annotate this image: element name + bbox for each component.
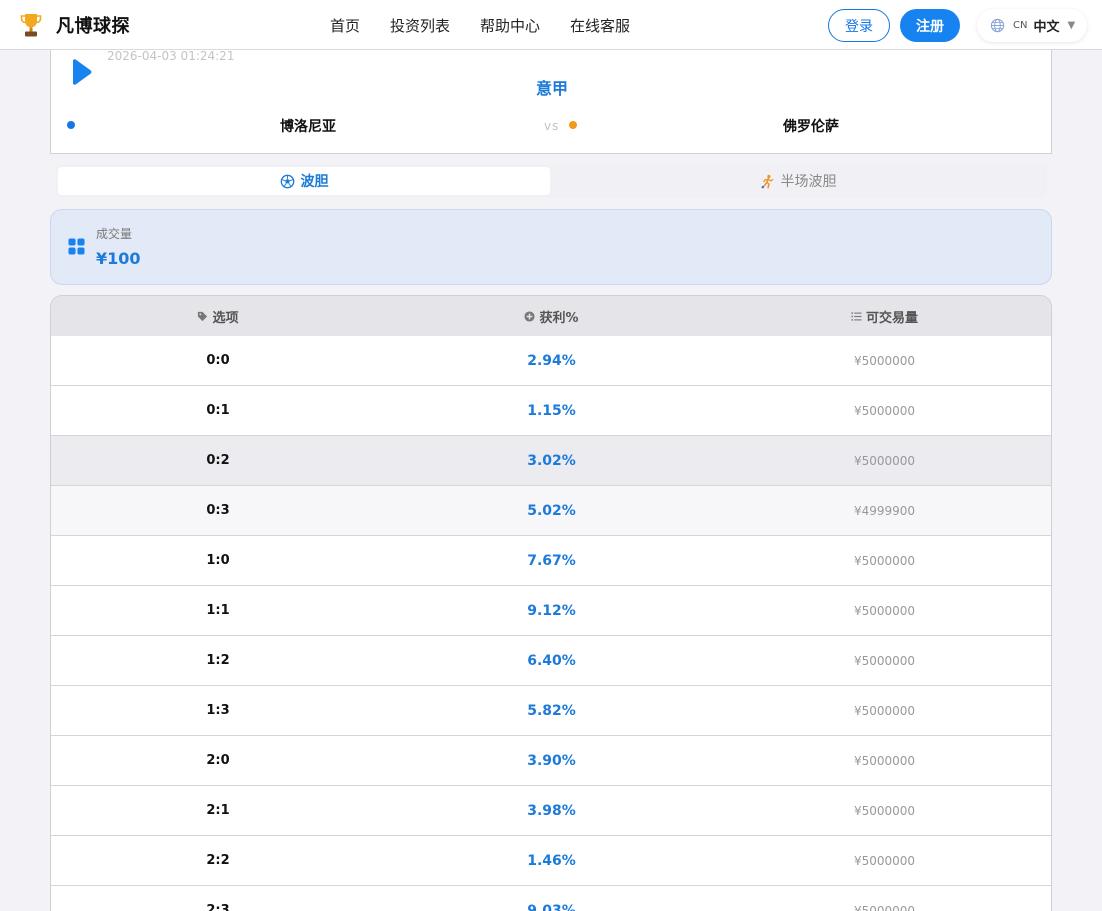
table-header: 选项 获利% 可交易量 [51,296,1051,336]
available-cell: ¥5000000 [853,403,916,418]
running-player-icon [761,174,773,188]
main-nav: 首页 投资列表 帮助中心 在线客服 [330,0,660,50]
away-team-name: 佛罗伦萨 [783,119,839,135]
profit-cell: 6.40% [527,652,576,669]
nav-link-support[interactable]: 在线客服 [570,15,630,36]
trophy-icon [20,14,42,37]
register-button[interactable]: 注册 [900,9,960,42]
bet-type-tabs: 波胆 半场波胆 [56,164,1047,198]
profit-cell: 2.94% [527,352,576,369]
score-cell: 2:0 [206,753,230,768]
header-available: 可交易量 [718,296,1051,336]
profit-cell: 3.02% [527,452,576,469]
table-row[interactable]: 2:0 3.90% ¥5000000 [51,736,1051,786]
header-option-label: 选项 [212,310,239,326]
available-cell: ¥5000000 [853,803,916,818]
list-icon [851,311,862,321]
login-button[interactable]: 登录 [828,9,890,42]
profit-cell: 3.98% [527,802,576,819]
language-name: 中文 [1033,20,1060,35]
home-team-name: 博洛尼亚 [280,119,336,135]
available-cell: ¥5000000 [853,553,916,568]
table-row[interactable]: 2:1 3.98% ¥5000000 [51,786,1051,836]
available-cell: ¥5000000 [853,653,916,668]
profit-cell: 9.03% [527,902,576,911]
available-cell: ¥5000000 [853,853,916,868]
score-cell: 0:3 [206,503,230,518]
brand[interactable]: 凡博球探 [20,12,130,38]
away-team-dot [569,121,577,129]
available-cell: ¥5000000 [853,903,916,911]
league-name: 意甲 [535,79,568,98]
tab-half-time-score-label: 半场波胆 [780,174,837,190]
header-available-label: 可交易量 [865,310,918,326]
score-cell: 1:2 [206,653,230,668]
score-cell: 2:1 [206,803,230,818]
header-profit-label: 获利% [539,310,579,326]
profit-cell: 1.46% [527,852,576,869]
score-cell: 2:3 [206,903,230,911]
score-cell: 1:0 [206,553,230,568]
tab-half-time-score[interactable]: 半场波胆 [552,167,1044,195]
table-row[interactable]: 0:2 3.02% ¥5000000 [51,436,1051,486]
tab-correct-score-label: 波胆 [300,174,329,190]
table-row[interactable]: 2:3 9.03% ¥5000000 [51,886,1051,911]
soccer-ball-icon [280,174,294,188]
available-cell: ¥4999900 [853,503,916,518]
profit-cell: 7.67% [527,552,576,569]
volume-label: 成交量 [96,227,133,241]
available-cell: ¥5000000 [853,353,916,368]
top-navbar: 凡博球探 首页 投资列表 帮助中心 在线客服 登录 注册 CN 中文 ▼ [0,0,1102,50]
globe-icon [990,18,1005,33]
available-cell: ¥5000000 [853,453,916,468]
tag-icon [198,311,208,321]
table-row[interactable]: 0:1 1.15% ¥5000000 [51,386,1051,436]
caret-down-icon: ▼ [1067,20,1076,31]
volume-card: 成交量 ¥100 [50,209,1052,285]
header-profit: 获利% [385,296,718,336]
profit-cell: 1.15% [527,402,576,419]
table-row[interactable]: 1:2 6.40% ¥5000000 [51,636,1051,686]
profit-cell: 3.90% [527,752,576,769]
volume-value: ¥100 [96,249,141,268]
odds-table: 选项 获利% 可交易量 0:0 2.94% ¥5000000 0:1 1.15%… [50,295,1052,911]
table-body: 0:0 2.94% ¥5000000 0:1 1.15% ¥5000000 0:… [51,336,1051,911]
grid-icon [68,238,85,255]
match-datetime: 2026-04-03 01:24:21 [107,49,235,63]
score-cell: 2:2 [206,853,230,868]
nav-link-help[interactable]: 帮助中心 [480,15,540,36]
tab-correct-score[interactable]: 波胆 [58,167,550,195]
profit-cell: 5.02% [527,502,576,519]
home-team-dot [67,121,75,129]
brand-name: 凡博球探 [56,16,130,37]
vs-label: vs [544,119,560,133]
table-row[interactable]: 1:3 5.82% ¥5000000 [51,686,1051,736]
score-cell: 0:0 [206,353,230,368]
available-cell: ¥5000000 [853,703,916,718]
score-cell: 0:2 [206,453,230,468]
table-row[interactable]: 1:1 9.12% ¥5000000 [51,586,1051,636]
score-cell: 1:3 [206,703,230,718]
language-selector[interactable]: CN 中文 ▼ [977,9,1087,42]
table-row[interactable]: 2:2 1.46% ¥5000000 [51,836,1051,886]
table-row[interactable]: 0:0 2.94% ¥5000000 [51,336,1051,386]
profit-cell: 5.82% [527,702,576,719]
table-row[interactable]: 1:0 7.67% ¥5000000 [51,536,1051,586]
header-option: 选项 [51,296,385,336]
nav-link-investments[interactable]: 投资列表 [390,15,450,36]
language-code: CN [1013,20,1028,31]
score-cell: 0:1 [206,403,230,418]
match-card: 2026-04-03 01:24:21 意甲 博洛尼亚 vs 佛罗伦萨 [50,40,1052,154]
score-cell: 1:1 [206,603,230,618]
available-cell: ¥5000000 [853,603,916,618]
plus-circle-icon [524,310,536,322]
table-row[interactable]: 0:3 5.02% ¥4999900 [51,486,1051,536]
nav-link-home[interactable]: 首页 [330,15,360,36]
profit-cell: 9.12% [527,602,576,619]
available-cell: ¥5000000 [853,753,916,768]
